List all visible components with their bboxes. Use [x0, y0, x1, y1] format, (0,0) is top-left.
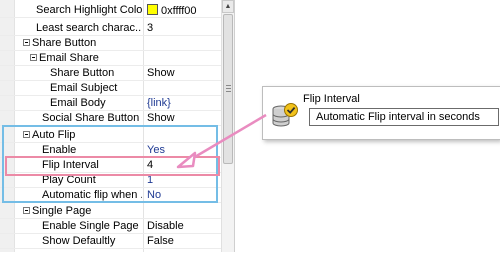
property-name: Email Body [50, 97, 106, 109]
property-value[interactable]: {link} [147, 97, 171, 110]
description-text: Automatic Flip interval in seconds [309, 108, 499, 126]
property-value[interactable]: Show [147, 112, 175, 125]
property-value[interactable]: Disable [147, 220, 184, 233]
category-label: Email Share [39, 52, 99, 64]
property-value[interactable]: 3 [147, 22, 153, 35]
collapse-icon[interactable] [23, 207, 30, 214]
property-grid: Search Highlight Color 0xffff00 Least se… [0, 0, 235, 252]
collapse-icon[interactable] [30, 54, 37, 61]
color-swatch [147, 4, 158, 15]
property-row-email-subject[interactable]: Email Subject [0, 81, 221, 96]
color-value-text: 0xffff00 [161, 5, 197, 17]
property-row-share-button[interactable]: Share Button Show [0, 66, 221, 81]
property-name: Share Button [50, 67, 115, 79]
property-value[interactable]: 0xffff00 [147, 4, 196, 18]
category-single-page[interactable]: Single Page [0, 204, 221, 219]
property-row-least-search-chars[interactable]: Least search charac... 3 [0, 21, 221, 36]
category-label: Single Page [32, 205, 92, 217]
category-share-button[interactable]: Share Button [0, 36, 221, 51]
flip-interval-highlight [5, 156, 220, 176]
property-name: Enable Single Page [42, 220, 139, 232]
property-name: Email Subject [50, 82, 118, 94]
property-name: Social Share Button [42, 112, 140, 124]
database-check-icon [272, 103, 298, 127]
thumb-grip [226, 85, 231, 86]
thumb-grip [226, 88, 231, 89]
property-row-show-defaultly[interactable]: Show Defaultly False [0, 234, 221, 249]
thumb-grip [226, 91, 231, 92]
property-name: Search Highlight Color [36, 4, 142, 16]
property-row-email-body[interactable]: Email Body {link} [0, 96, 221, 111]
scroll-up-arrow-icon[interactable]: ▲ [222, 0, 234, 13]
category-label: Share Button [32, 37, 97, 49]
property-row-social-share-button[interactable]: Social Share Button Show [0, 111, 221, 126]
property-row-enable-single-page[interactable]: Enable Single Page Disable [0, 219, 221, 234]
property-name: Show Defaultly [42, 235, 116, 247]
collapse-icon[interactable] [23, 39, 30, 46]
property-name: Least search charac... [36, 22, 142, 34]
description-title: Flip Interval [303, 93, 360, 105]
description-panel: Flip Interval Automatic Flip interval in… [262, 86, 500, 140]
vertical-scrollbar[interactable]: ▲ [221, 0, 234, 252]
property-row-search-highlight-color[interactable]: Search Highlight Color 0xffff00 [0, 3, 221, 18]
scrollbar-thumb[interactable] [223, 14, 233, 164]
property-value[interactable]: Show [147, 67, 175, 80]
property-value[interactable]: False [147, 235, 174, 248]
category-email-share[interactable]: Email Share [0, 51, 221, 66]
